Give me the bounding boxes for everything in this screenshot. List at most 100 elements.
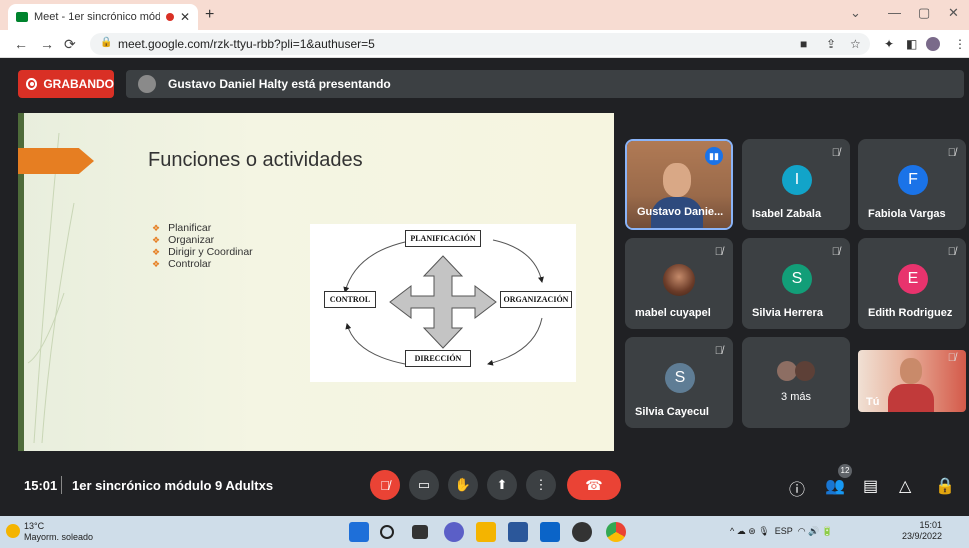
more-participants-tile[interactable]: 3 más (742, 337, 850, 428)
divider (61, 476, 62, 494)
video-camera-icon: ▭ (417, 477, 431, 492)
system-clock[interactable]: 15:01 23/9/2022 (902, 520, 942, 542)
clock-time: 15:01 (919, 520, 943, 530)
diagram-node-bottom: DIRECCIÓN (405, 350, 471, 367)
extensions-icon[interactable]: ✦ (884, 37, 894, 51)
people-icon[interactable]: 👥 (825, 476, 845, 496)
participant-avatar: F (898, 165, 928, 195)
mic-off-icon: 🎙̸ (714, 345, 723, 357)
leave-call-button[interactable]: ☎ (567, 470, 621, 500)
reload-button[interactable]: ⟳ (64, 36, 76, 53)
bullet-item: Dirigir y Coordinar (152, 246, 253, 258)
new-tab-button[interactable]: + (205, 6, 214, 24)
language-indicator: ESP (774, 526, 793, 536)
self-label: Tú (866, 396, 880, 408)
host-controls-icon[interactable]: 🔒 (935, 476, 955, 496)
activities-icon[interactable]: △ (899, 476, 911, 496)
self-view-tile[interactable]: 🎙̸ Tú (858, 350, 966, 412)
store-icon[interactable] (508, 522, 528, 542)
bullet-item: Organizar (152, 234, 253, 246)
mic-off-icon: 🎙̸ (714, 246, 723, 258)
mic-off-icon: 🎙̸ (380, 477, 390, 493)
slide-arrow-shape (18, 148, 94, 174)
participants-count-badge: 12 (838, 464, 852, 478)
management-cycle-diagram: PLANIFICACIÓN ORGANIZACIÓN DIRECCIÓN CON… (310, 224, 576, 382)
share-icon[interactable]: ⇪ (826, 37, 836, 51)
menu-icon[interactable]: ⋮ (954, 37, 966, 51)
close-window-button[interactable]: ✕ (948, 5, 959, 21)
bullet-item: Planificar (152, 222, 253, 234)
hang-up-icon: ☎ (585, 476, 603, 493)
chat-app-icon[interactable] (444, 522, 464, 542)
bullet-item: Controlar (152, 258, 253, 270)
more-options-button[interactable]: ⋮ (526, 470, 556, 500)
address-bar: ← → ⟳ 🔒 meet.google.com/rzk-ttyu-rbb?pli… (0, 30, 969, 58)
meeting-name: 1er sincrónico módulo 9 Adultxs (72, 478, 274, 493)
bookmark-star-icon[interactable]: ☆ (850, 37, 861, 51)
participant-tile[interactable]: 🎙̸ S Silvia Cayecul (625, 337, 733, 428)
participant-tile[interactable]: 🎙̸ E Edith Rodriguez (858, 238, 966, 329)
participant-name: Edith Rodriguez (868, 307, 953, 319)
participant-avatar: I (782, 165, 812, 195)
participant-face (663, 163, 691, 197)
mic-off-icon: 🎙̸ (947, 147, 956, 159)
weather-temp: 13°C (24, 521, 45, 531)
profile-avatar[interactable] (926, 37, 940, 51)
microphone-toggle-button[interactable]: 🎙̸ (370, 470, 400, 500)
diagram-node-top: PLANIFICACIÓN (405, 230, 481, 247)
clock-date: 23/9/2022 (902, 531, 943, 541)
mic-off-icon: 🎙̸ (831, 246, 840, 258)
diagram-node-left: CONTROL (324, 291, 376, 308)
forward-button[interactable]: → (40, 36, 54, 52)
participant-avatar: S (665, 363, 695, 393)
presenter-avatar (138, 75, 156, 93)
weather-sun-icon (6, 524, 20, 538)
close-tab-icon[interactable]: ✕ (180, 10, 190, 24)
recording-label: GRABANDO (43, 77, 114, 91)
participant-tile[interactable]: 🎙̸ I Isabel Zabala (742, 139, 850, 230)
back-button[interactable]: ← (14, 36, 28, 52)
url-text: meet.google.com/rzk-ttyu-rbb?pli=1&authu… (118, 37, 375, 51)
browser-tab[interactable]: Meet - 1er sincrónico módul ✕ (8, 4, 198, 30)
participant-name: Isabel Zabala (752, 208, 822, 220)
participant-tile[interactable]: ▮▮ Gustavo Danie... (625, 139, 733, 230)
recording-badge[interactable]: GRABANDO (18, 70, 114, 98)
participant-avatar: E (898, 264, 928, 294)
participant-tile[interactable]: 🎙̸ mabel cuyapel (625, 238, 733, 329)
mic-off-icon: 🎙̸ (831, 147, 840, 159)
meeting-time: 15:01 (24, 478, 58, 493)
app-icon[interactable] (572, 522, 592, 542)
raise-hand-button[interactable]: ✋ (448, 470, 478, 500)
windows-start-icon[interactable] (349, 522, 369, 542)
mic-off-icon: 🎙̸ (947, 246, 956, 258)
slide-bullet-list: Planificar Organizar Dirigir y Coordinar… (152, 222, 253, 270)
meeting-details-icon[interactable]: ⓘ (789, 476, 805, 500)
url-field[interactable]: 🔒 meet.google.com/rzk-ttyu-rbb?pli=1&aut… (90, 33, 870, 55)
participant-thumb (777, 361, 797, 381)
mail-icon[interactable] (540, 522, 560, 542)
task-view-icon[interactable] (412, 525, 428, 539)
minimize-button[interactable]: — (888, 5, 901, 20)
diagram-node-right: ORGANIZACIÓN (500, 291, 572, 308)
camera-toggle-button[interactable]: ▭ (409, 470, 439, 500)
participant-name: Silvia Cayecul (635, 406, 709, 418)
presenting-bar: Gustavo Daniel Halty está presentando (126, 70, 964, 98)
weather-widget[interactable]: 13°C Mayorm. soleado (24, 521, 93, 543)
sidebar-icon[interactable]: ◧ (906, 37, 917, 51)
restore-button[interactable]: ▢ (918, 5, 930, 21)
chat-icon[interactable]: ▤ (863, 476, 878, 496)
meet-favicon-icon (16, 12, 28, 22)
system-tray[interactable]: ^ ☁ ⊛ 🎙 ESP ◠ 🔊 🔋 (730, 526, 833, 537)
self-shirt (888, 384, 934, 412)
os-taskbar: 13°C Mayorm. soleado ^ ☁ ⊛ 🎙 ESP ◠ 🔊 🔋 1… (0, 516, 969, 548)
tab-search-icon[interactable]: ⌄ (850, 5, 861, 21)
chrome-icon[interactable] (606, 522, 626, 542)
participant-photo (663, 264, 695, 296)
file-explorer-icon[interactable] (476, 522, 496, 542)
participant-avatar: S (782, 264, 812, 294)
camera-indicator-icon[interactable]: ■ (800, 37, 807, 51)
participant-tile[interactable]: 🎙̸ F Fabiola Vargas (858, 139, 966, 230)
search-icon[interactable] (380, 525, 394, 539)
participant-tile[interactable]: 🎙̸ S Silvia Herrera (742, 238, 850, 329)
present-now-button[interactable]: ⬆ (487, 470, 517, 500)
